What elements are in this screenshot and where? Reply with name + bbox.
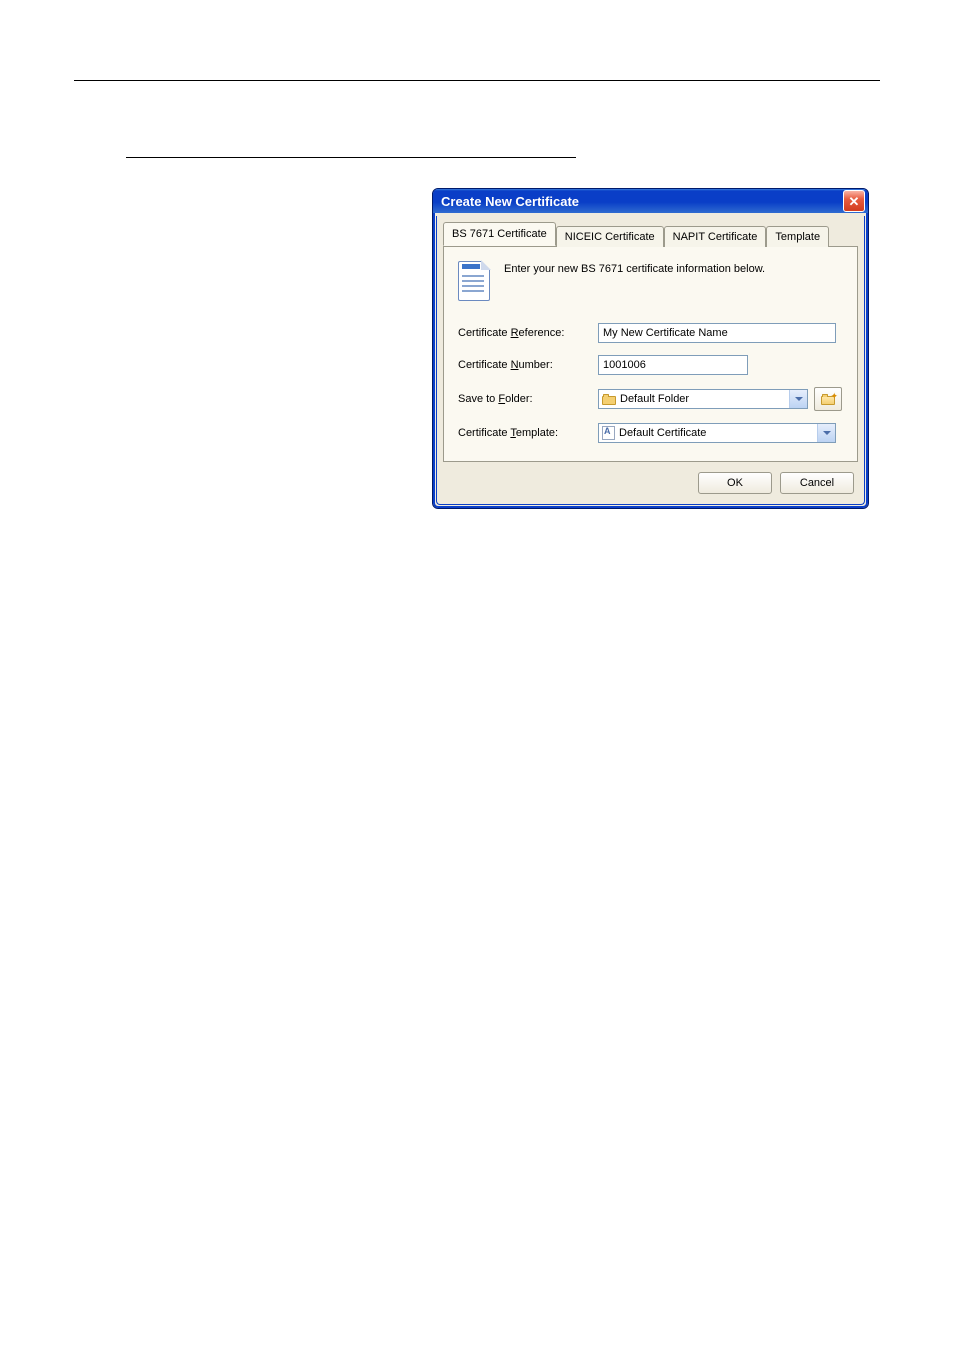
row-save-to-folder: Save to Folder: Default Folder ✦ [458,387,843,411]
close-icon[interactable] [843,190,865,212]
tab-bs7671[interactable]: BS 7671 Certificate [443,222,556,246]
certificate-template-combo[interactable]: Default Certificate [598,423,836,443]
row-certificate-template: Certificate Template: Default Certificat… [458,423,843,443]
page-top-rule [74,80,880,81]
create-new-certificate-dialog: Create New Certificate BS 7671 Certifica… [432,188,869,509]
dialog-body: BS 7671 Certificate NICEIC Certificate N… [436,216,865,505]
certificate-template-value: Default Certificate [619,427,706,439]
template-icon [602,426,615,440]
new-folder-button[interactable]: ✦ [814,387,842,411]
intro-row: Enter your new BS 7671 certificate infor… [458,261,843,301]
folder-icon [602,394,616,405]
tab-strip: BS 7671 Certificate NICEIC Certificate N… [437,216,864,246]
certificate-number-input[interactable] [598,355,748,375]
tab-napit[interactable]: NAPIT Certificate [664,226,767,247]
chevron-down-icon[interactable] [817,424,835,442]
label-certificate-template: Certificate Template: [458,427,598,439]
tab-niceic[interactable]: NICEIC Certificate [556,226,664,247]
dialog-title: Create New Certificate [441,194,579,209]
intro-text: Enter your new BS 7671 certificate infor… [504,261,765,275]
chevron-down-icon[interactable] [789,390,807,408]
tab-template[interactable]: Template [766,226,829,247]
tab-panel-bs7671: Enter your new BS 7671 certificate infor… [443,246,858,462]
section-heading-underline [126,157,576,158]
label-certificate-reference: Certificate Reference: [458,327,598,339]
row-certificate-reference: Certificate Reference: [458,323,843,343]
titlebar[interactable]: Create New Certificate [433,189,868,213]
ok-button[interactable]: OK [698,472,772,494]
label-save-to-folder: Save to Folder: [458,393,598,405]
certificate-reference-input[interactable] [598,323,836,343]
dialog-button-bar: OK Cancel [437,462,864,498]
row-certificate-number: Certificate Number: [458,355,843,375]
label-certificate-number: Certificate Number: [458,359,598,371]
cancel-button[interactable]: Cancel [780,472,854,494]
save-to-folder-combo[interactable]: Default Folder [598,389,808,409]
save-to-folder-value: Default Folder [620,393,689,405]
new-folder-icon: ✦ [821,394,835,405]
certificate-document-icon [458,261,490,301]
document-page: Create New Certificate BS 7671 Certifica… [0,0,954,1351]
